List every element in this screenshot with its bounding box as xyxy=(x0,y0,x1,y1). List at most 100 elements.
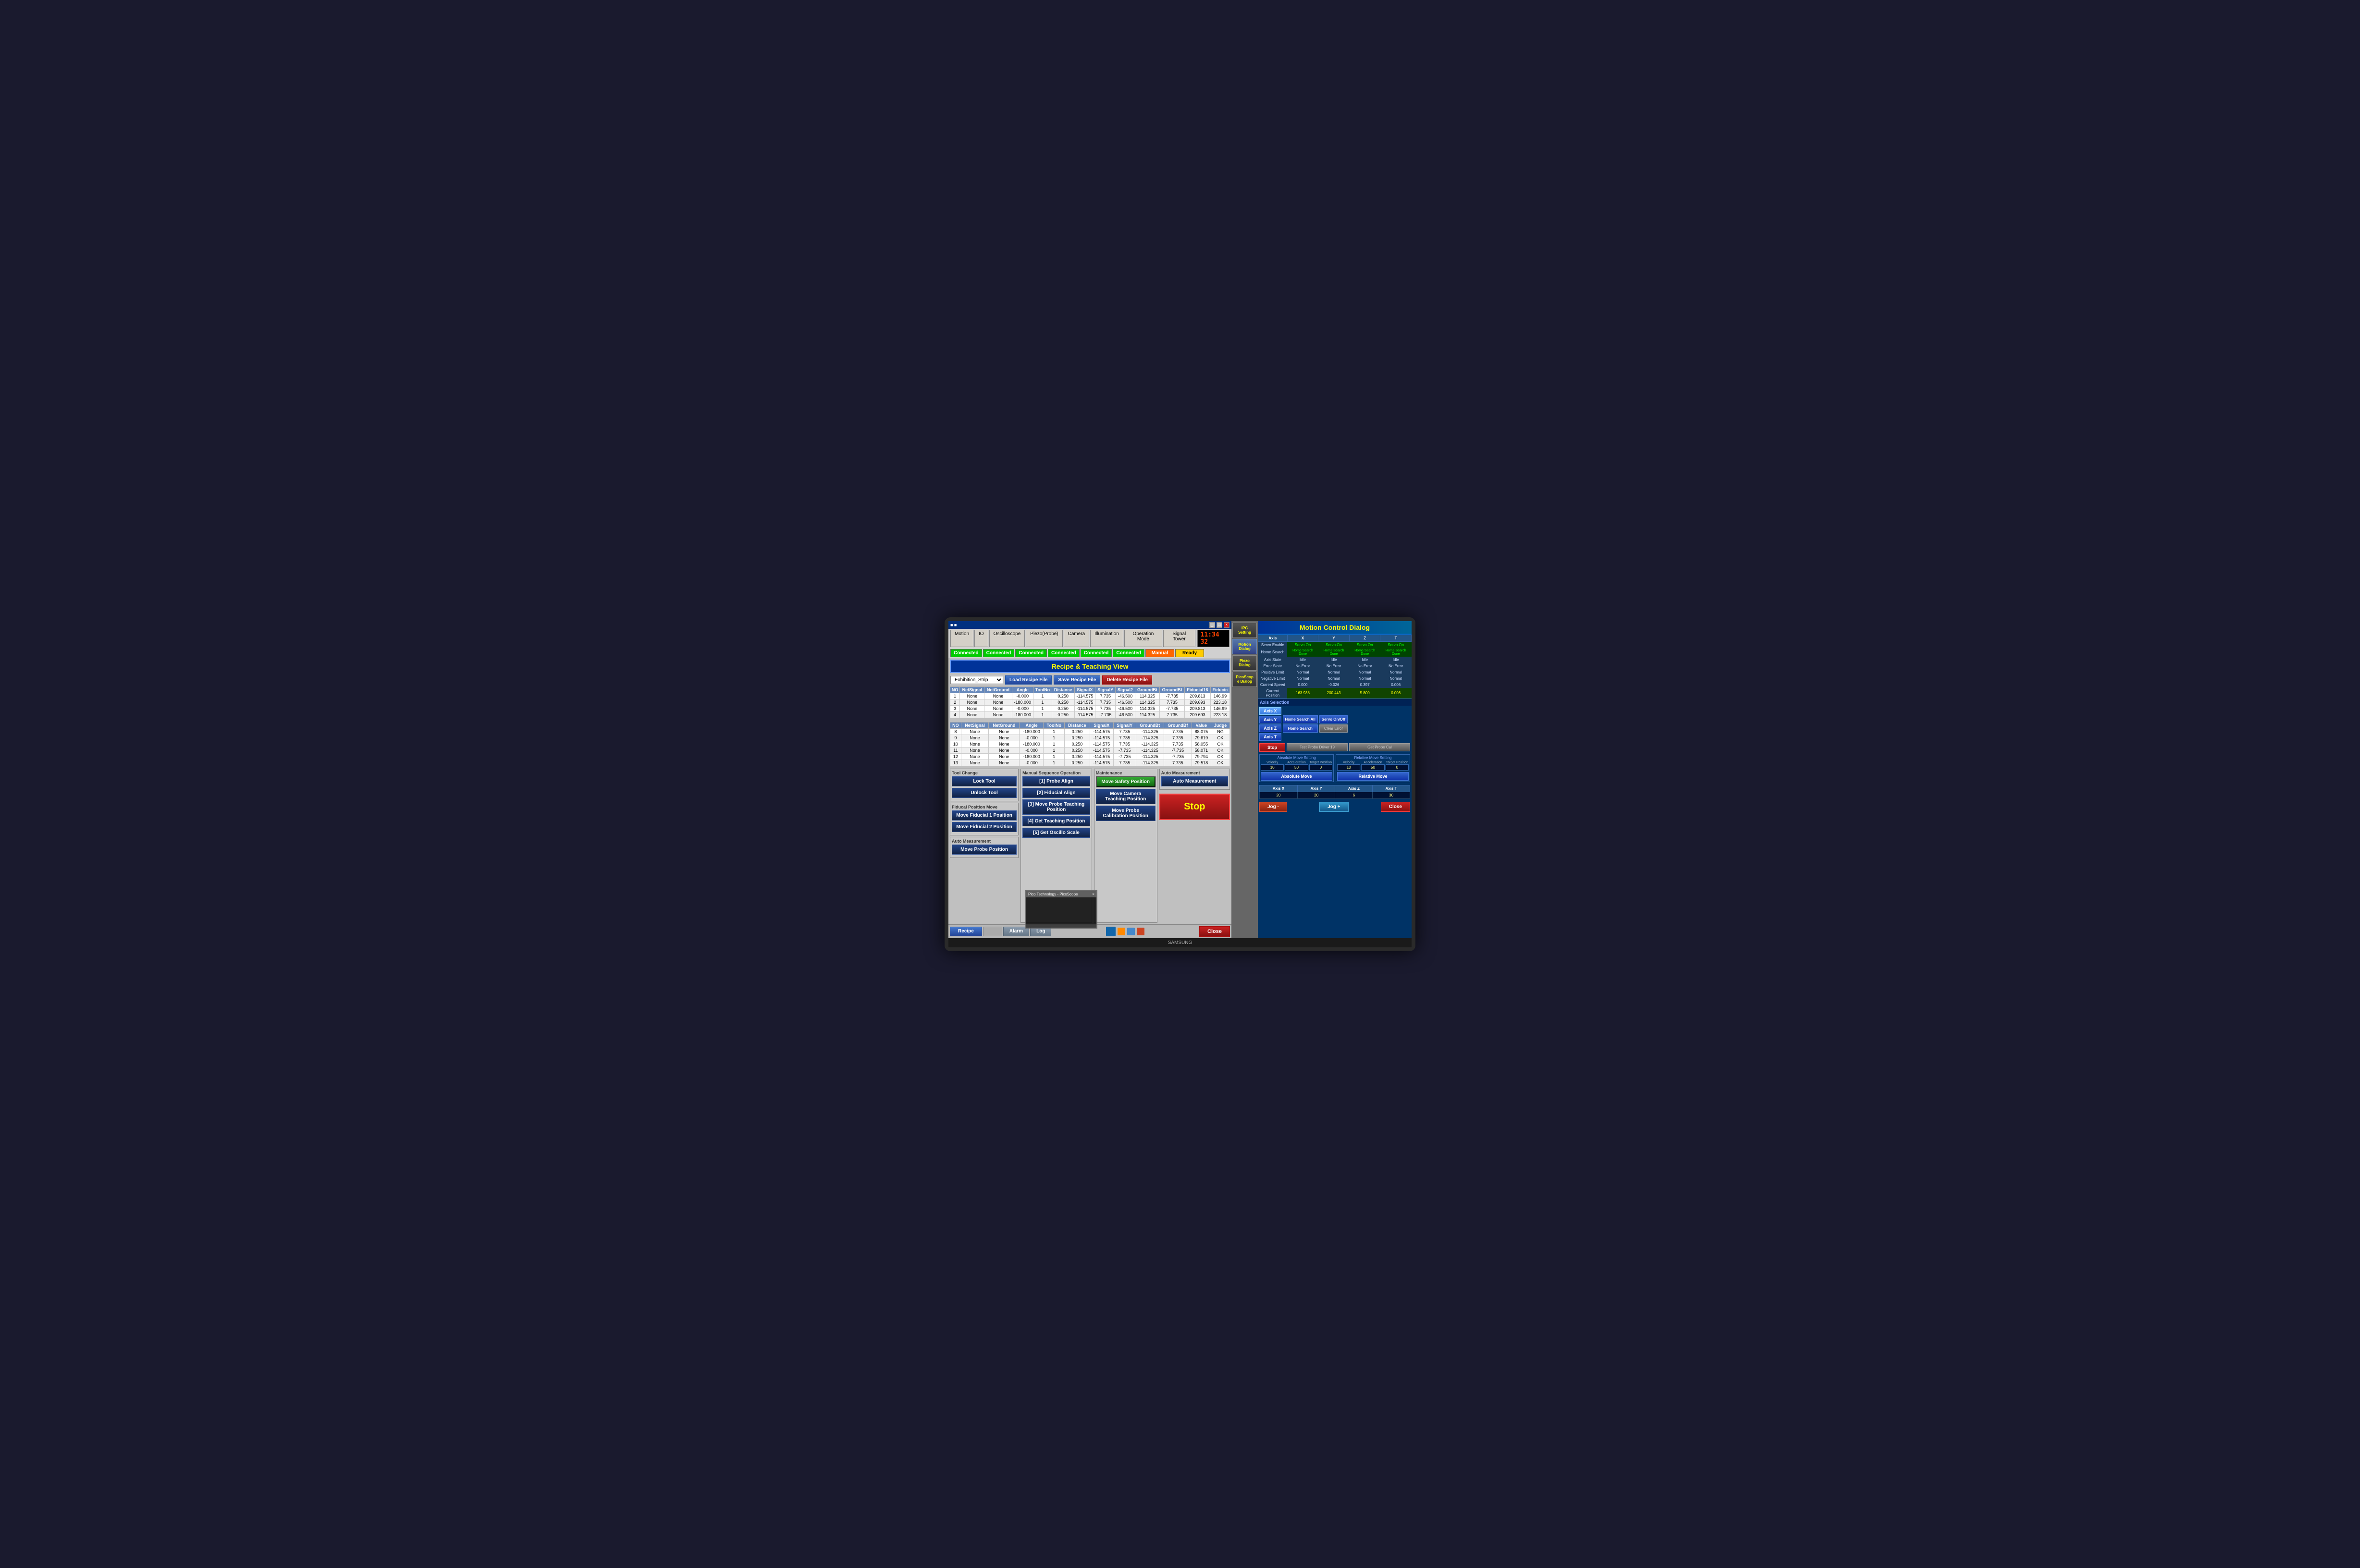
delete-recipe-button[interactable]: Delete Recipe File xyxy=(1102,675,1152,685)
jog-section: Axis X Axis Y Axis Z Axis T 2020630 xyxy=(1258,784,1412,800)
move-safety-position-button[interactable]: Move Safety Position xyxy=(1096,776,1155,787)
recipe-view-title: Recipe & Teaching View xyxy=(950,660,1230,673)
home-search-all-button[interactable]: Home Search All xyxy=(1283,715,1318,723)
app-icon[interactable] xyxy=(1118,928,1125,935)
popup-close-icon[interactable]: × xyxy=(1092,892,1094,896)
move-probe-calibration-button[interactable]: Move Probe Calibration Position xyxy=(1096,806,1155,821)
col2-angle: Angle xyxy=(1020,722,1044,728)
move-probe-position-button[interactable]: Move Probe Position xyxy=(952,845,1017,855)
motion-col-x: X xyxy=(1287,635,1318,641)
status-bar: Connected Connected Connected Connected … xyxy=(948,648,1231,658)
home-search-button[interactable]: Home Search xyxy=(1283,724,1318,733)
get-teaching-position-button[interactable]: [4] Get Teaching Position xyxy=(1022,816,1090,826)
abs-target-group: Target Position xyxy=(1309,761,1332,771)
app-title: ■ ■ xyxy=(950,623,957,627)
maximize-button[interactable]: □ xyxy=(1217,622,1222,628)
test-probe-driver-button[interactable]: Test Probe Driver 19 xyxy=(1287,743,1348,751)
piezo-dialog-button[interactable]: PiezoDialog xyxy=(1232,655,1257,671)
rel-acceleration-input[interactable] xyxy=(1361,764,1384,771)
jog-positive-button[interactable]: Jog + xyxy=(1319,802,1348,812)
stop-button[interactable]: Stop xyxy=(1159,794,1230,820)
rel-velocity-group: Velocity xyxy=(1337,761,1360,771)
move-probe-teaching-button[interactable]: [3] Move Probe Teaching Position xyxy=(1022,799,1090,815)
nav-operation-mode[interactable]: Operation Mode xyxy=(1124,630,1162,647)
nav-motion[interactable]: Motion xyxy=(950,630,973,647)
windows-button[interactable] xyxy=(1106,927,1116,936)
move-settings: Absolute Move Setting Velocity Accelerat… xyxy=(1258,753,1412,784)
abs-velocity-input[interactable] xyxy=(1261,764,1284,771)
servo-on-off-button[interactable]: Servo On/Off xyxy=(1319,715,1348,723)
clear-error-button[interactable]: Clear Error xyxy=(1319,724,1348,733)
unlock-tool-button[interactable]: Unlock Tool xyxy=(952,788,1017,798)
tool-change-title: Tool Change xyxy=(952,771,1017,775)
minimize-button[interactable]: _ xyxy=(1209,622,1215,628)
abs-target-input[interactable] xyxy=(1309,764,1332,771)
rel-velocity-input[interactable] xyxy=(1337,764,1360,771)
nav-illumination[interactable]: Illumination xyxy=(1090,630,1123,647)
app-icon-2[interactable] xyxy=(1127,928,1135,935)
auto-measurement-button[interactable]: Auto Measurement xyxy=(1161,776,1228,786)
col2-judge: Judge xyxy=(1211,722,1230,728)
data-table-2-wrapper: NO NetSignal NetGround Angle ToolNo Dist… xyxy=(950,721,1230,767)
col2-groundbt: GroundBt xyxy=(1136,722,1164,728)
absolute-move-button[interactable]: Absolute Move xyxy=(1261,772,1332,781)
jog-col-axis-x: Axis X xyxy=(1260,785,1298,792)
nav-signal-tower[interactable]: Signal Tower xyxy=(1163,630,1195,647)
probe-align-button[interactable]: [1] Probe Align xyxy=(1022,776,1090,786)
nav-io[interactable]: IO xyxy=(974,630,988,647)
abs-acceleration-input[interactable] xyxy=(1285,764,1308,771)
load-recipe-button[interactable]: Load Recipe File xyxy=(1005,675,1052,685)
stop-probe-row: Stop Test Probe Driver 19 Get Probe Cal xyxy=(1258,742,1412,753)
side-panel: IPCSetting MotionDialog PiezoDialog Pico… xyxy=(1231,621,1258,938)
axis-x-button[interactable]: Axis X xyxy=(1259,707,1281,715)
screen: ■ ■ _ □ × Motion IO Oscilloscope Piezo(P… xyxy=(948,621,1412,938)
move-fiducial1-button[interactable]: Move Fiducial 1 Position xyxy=(952,810,1017,821)
nav-piezo[interactable]: Piezo(Probe) xyxy=(1026,630,1062,647)
data-table-2: NO NetSignal NetGround Angle ToolNo Dist… xyxy=(950,722,1230,766)
jog-negative-button[interactable]: Jog - xyxy=(1259,802,1287,812)
abs-velocity-group: Velocity xyxy=(1261,761,1284,771)
right-panels: Auto Measurement Auto Measurement Stop xyxy=(1159,769,1230,923)
close-main-button[interactable]: Close xyxy=(1199,926,1230,937)
get-probe-cal-button[interactable]: Get Probe Cal xyxy=(1349,743,1410,751)
motion-dialog-button[interactable]: MotionDialog xyxy=(1232,639,1257,654)
picoscope-dialog-button[interactable]: PicoScope Dialog xyxy=(1232,672,1257,687)
motion-dialog-title: Motion Control Dialog xyxy=(1258,621,1412,635)
axis-z-button[interactable]: Axis Z xyxy=(1259,724,1281,732)
move-fiducial2-button[interactable]: Move Fiducial 2 Position xyxy=(952,822,1017,832)
title-bar: ■ ■ _ □ × xyxy=(948,621,1231,629)
nav-bar: Motion IO Oscilloscope Piezo(Probe) Came… xyxy=(948,629,1231,648)
nav-oscilloscope[interactable]: Oscilloscope xyxy=(989,630,1025,647)
axis-y-button[interactable]: Axis Y xyxy=(1259,716,1281,723)
nav-camera[interactable]: Camera xyxy=(1064,630,1090,647)
lock-tool-button[interactable]: Lock Tool xyxy=(952,776,1017,786)
motion-row-negative-limit: Negative Limit NormalNormalNormalNormal xyxy=(1258,675,1412,682)
left-panels: Tool Change Lock Tool Unlock Tool Fiduca… xyxy=(950,769,1019,923)
motion-col-z: Z xyxy=(1349,635,1380,641)
relative-move-button[interactable]: Relative Move xyxy=(1337,772,1409,781)
status-piezo: Connected xyxy=(1048,649,1080,657)
rel-target-label: Target Position xyxy=(1386,761,1409,764)
get-oscillo-scale-button[interactable]: [5] Get Oscillo Scale xyxy=(1022,828,1090,838)
jog-table: Axis X Axis Y Axis Z Axis T 2020630 xyxy=(1259,785,1410,799)
motion-control-dialog: Motion Control Dialog Axis X Y Z T Servo… xyxy=(1258,621,1412,938)
app-icon-3[interactable] xyxy=(1137,928,1144,935)
fiducial-align-button[interactable]: [2] Fiducial Align xyxy=(1022,788,1090,798)
axis-t-button[interactable]: Axis T xyxy=(1259,733,1281,741)
col2-value: Value xyxy=(1192,722,1211,728)
motion-col-y: Y xyxy=(1318,635,1350,641)
abs-acceleration-group: Acceleration xyxy=(1285,761,1308,771)
recipe-select[interactable]: Exhibition_Strip xyxy=(950,676,1003,684)
close-window-button[interactable]: × xyxy=(1224,622,1229,628)
rel-target-input[interactable] xyxy=(1386,764,1409,771)
ipc-setting-button[interactable]: IPCSetting xyxy=(1232,623,1257,638)
status-motion: Connected xyxy=(950,649,982,657)
motion-row-axis-state: Axis State IdleIdleIdleIdle xyxy=(1258,657,1412,663)
relative-move-inputs: Velocity Acceleration Target Position xyxy=(1337,761,1409,771)
save-recipe-button[interactable]: Save Recipe File xyxy=(1054,675,1100,685)
close-motion-button[interactable]: Close xyxy=(1381,802,1410,812)
motion-row-servo: Servo Enable Servo OnServo OnServo OnSer… xyxy=(1258,641,1412,648)
move-camera-teaching-button[interactable]: Move Camera Teaching Position xyxy=(1096,789,1155,804)
stop-motion-button[interactable]: Stop xyxy=(1259,743,1285,752)
recipe-tab[interactable]: Recipe xyxy=(950,927,982,936)
